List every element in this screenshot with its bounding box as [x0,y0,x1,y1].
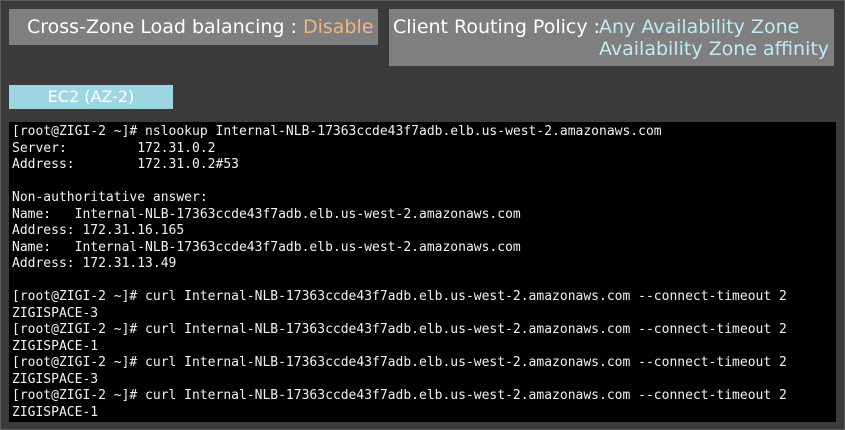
routing-option-az-affinity: Availability Zone affinity [599,38,830,60]
terminal-line: [root@ZIGI-2 ~]# nslookup Internal-NLB-1… [12,124,662,139]
ec2-az-tag: EC2 (AZ-2) [9,85,173,109]
terminal-line: Name: Internal-NLB-17363ccde43f7adb.elb.… [12,206,521,222]
terminal-line: ZIGISPACE-3 [12,371,99,387]
cross-zone-label: Cross-Zone Load balancing : [27,16,303,38]
cross-zone-label-box: Cross-Zone Load balancing : Disable [9,9,378,45]
slide-frame: Cross-Zone Load balancing : Disable Clie… [0,0,845,430]
terminal-line: [root@ZIGI-2 ~]# curl Internal-NLB-17363… [12,289,787,304]
client-routing-policy-label: Client Routing Policy : [393,16,601,38]
terminal-line: [root@ZIGI-2 ~]# curl Internal-NLB-17363… [12,322,787,337]
terminal-line: ZIGISPACE-1 [12,404,99,420]
terminal-line: Address: 172.31.13.49 [12,256,177,271]
terminal-line: [root@ZIGI-2 ~]# curl Internal-NLB-17363… [12,388,787,403]
terminal-line: ZIGISPACE-3 [12,305,99,321]
terminal-line: [root@ZIGI-2 ~]# curl Internal-NLB-17363… [12,355,787,370]
cross-zone-value: Disable [302,16,374,38]
terminal-line: Name: Internal-NLB-17363ccde43f7adb.elb.… [12,239,521,255]
terminal-window[interactable]: [root@ZIGI-2 ~]# nslookup Internal-NLB-1… [9,122,836,422]
terminal-line: Non-authoritative answer: [12,190,208,205]
terminal-line: Address: 172.31.16.165 [12,223,185,238]
routing-option-any-az: Any Availability Zone [599,16,800,38]
terminal-line: Server: 172.31.0.2 [12,140,216,156]
client-routing-policy-box: Client Routing Policy : Any Availability… [389,9,834,66]
terminal-line: Address: 172.31.0.2#53 [12,157,239,172]
terminal-line: ZIGISPACE-1 [12,338,99,354]
